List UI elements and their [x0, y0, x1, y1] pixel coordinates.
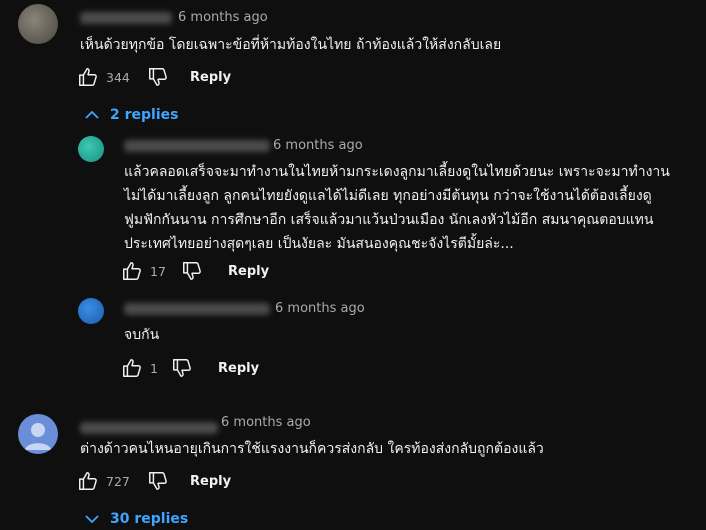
chevron-down-icon: [85, 515, 99, 524]
like-icon[interactable]: [120, 259, 144, 283]
reply-actions: 1 Reply: [120, 354, 259, 382]
author-name-blurred[interactable]: [80, 12, 172, 24]
reply-timestamp[interactable]: 6 months ago: [275, 301, 365, 316]
reply-button[interactable]: Reply: [218, 361, 259, 376]
comment-text: เห็นด้วยทุกข้อ โดยเฉพาะข้อที่ห้ามท้องในไ…: [80, 37, 502, 53]
replies-toggle-label: 2 replies: [110, 107, 179, 123]
avatar[interactable]: [78, 136, 104, 162]
comment-actions: 727 Reply: [76, 467, 231, 495]
like-count: 727: [106, 473, 130, 489]
dislike-icon[interactable]: [180, 259, 204, 283]
chevron-up-icon: [85, 110, 99, 119]
replies-toggle[interactable]: 2 replies: [84, 107, 178, 123]
reply-button[interactable]: Reply: [190, 474, 231, 489]
reply-text: จบกัน: [124, 327, 160, 343]
reply-button[interactable]: Reply: [190, 70, 231, 85]
like-icon[interactable]: [120, 356, 144, 380]
default-user-icon: [25, 423, 51, 450]
dislike-icon[interactable]: [170, 356, 194, 380]
like-count: 17: [150, 263, 166, 279]
author-name-blurred[interactable]: [124, 140, 270, 152]
comment-actions: 344 Reply: [76, 63, 231, 91]
replies-toggle[interactable]: 30 replies: [84, 511, 188, 527]
dislike-icon[interactable]: [146, 469, 170, 493]
reply-button[interactable]: Reply: [228, 264, 269, 279]
avatar[interactable]: [18, 414, 58, 454]
like-icon[interactable]: [76, 65, 100, 89]
dislike-icon[interactable]: [146, 65, 170, 89]
author-name-blurred[interactable]: [124, 303, 270, 315]
comment-timestamp[interactable]: 6 months ago: [178, 10, 268, 25]
like-count: 344: [106, 69, 130, 85]
avatar[interactable]: [18, 4, 58, 44]
reply-text: แล้วคลอดเสร็จจะมาทำงานในไทยห้ามกระเดงลูก…: [124, 164, 670, 252]
author-name-blurred[interactable]: [80, 422, 218, 434]
comment-timestamp[interactable]: 6 months ago: [221, 415, 311, 430]
replies-toggle-label: 30 replies: [110, 511, 189, 527]
comment-text: ต่างด้าวคนไหนอายุเกินการใช้แรงงานก็ควรส่…: [80, 441, 544, 457]
like-count: 1: [150, 360, 158, 376]
reply-actions: 17 Reply: [120, 257, 269, 285]
avatar[interactable]: [78, 298, 104, 324]
like-icon[interactable]: [76, 469, 100, 493]
reply-timestamp[interactable]: 6 months ago: [273, 138, 363, 153]
